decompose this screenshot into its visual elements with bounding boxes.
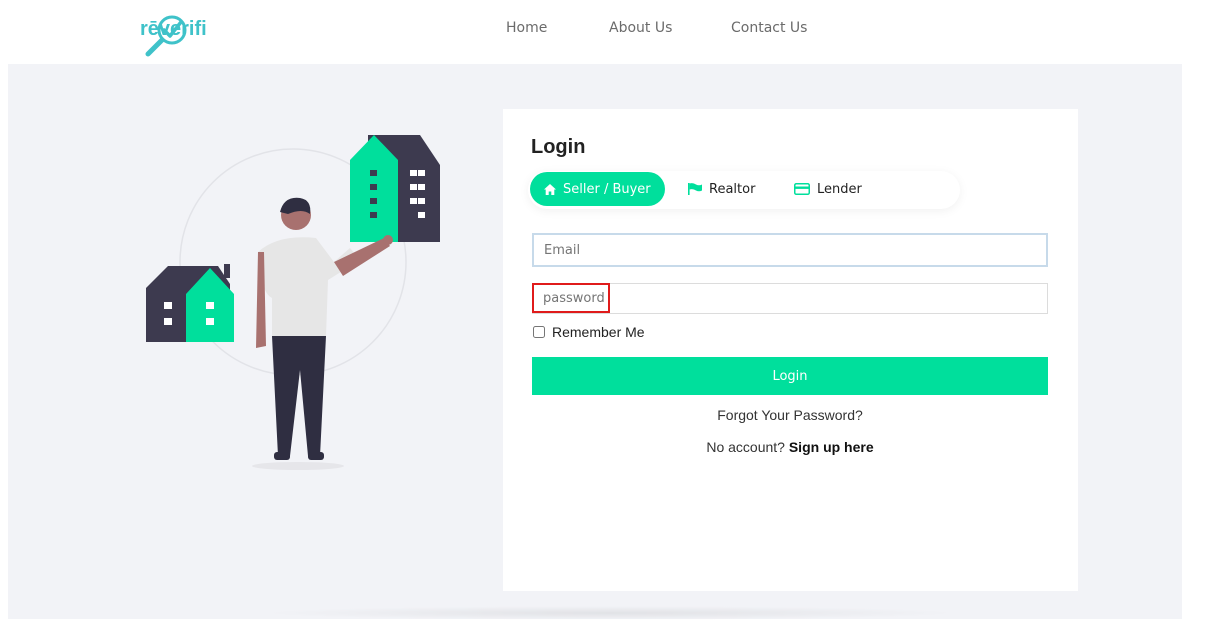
footer-shadow [260, 606, 960, 620]
tab-realtor[interactable]: Realtor [688, 171, 755, 207]
nav-about-us[interactable]: About Us [609, 20, 672, 36]
logo[interactable]: rēverifi [140, 8, 250, 58]
home-icon [544, 183, 556, 195]
password-field[interactable] [532, 283, 1048, 314]
login-button[interactable]: Login [532, 357, 1048, 395]
remember-me-label: Remember Me [552, 324, 645, 340]
nav-home[interactable]: Home [506, 20, 547, 36]
tab-label: Realtor [709, 181, 756, 197]
tab-lender[interactable]: Lender [794, 171, 862, 207]
houses-illustration [146, 135, 440, 470]
signup-line: No account? Sign up here [532, 439, 1048, 455]
role-tabs: Seller / Buyer Realtor Lender [528, 171, 960, 209]
forgot-password-link[interactable]: Forgot Your Password? [532, 407, 1048, 423]
no-account-text: No account? [706, 439, 785, 455]
nav-contact-us[interactable]: Contact Us [731, 20, 807, 36]
flag-icon [688, 183, 702, 195]
remember-me-checkbox[interactable] [533, 326, 545, 338]
tab-seller-buyer[interactable]: Seller / Buyer [530, 172, 665, 206]
tab-label: Seller / Buyer [563, 181, 651, 197]
login-title: Login [531, 136, 586, 158]
email-field[interactable] [532, 233, 1048, 267]
signup-link[interactable]: Sign up here [789, 439, 874, 455]
remember-me[interactable]: Remember Me [533, 324, 645, 340]
logo-text: rēverifi [140, 18, 207, 40]
credit-card-icon [794, 183, 810, 195]
tab-label: Lender [817, 181, 862, 197]
top-navbar: rēverifi Home About Us Contact Us [0, 0, 1210, 64]
